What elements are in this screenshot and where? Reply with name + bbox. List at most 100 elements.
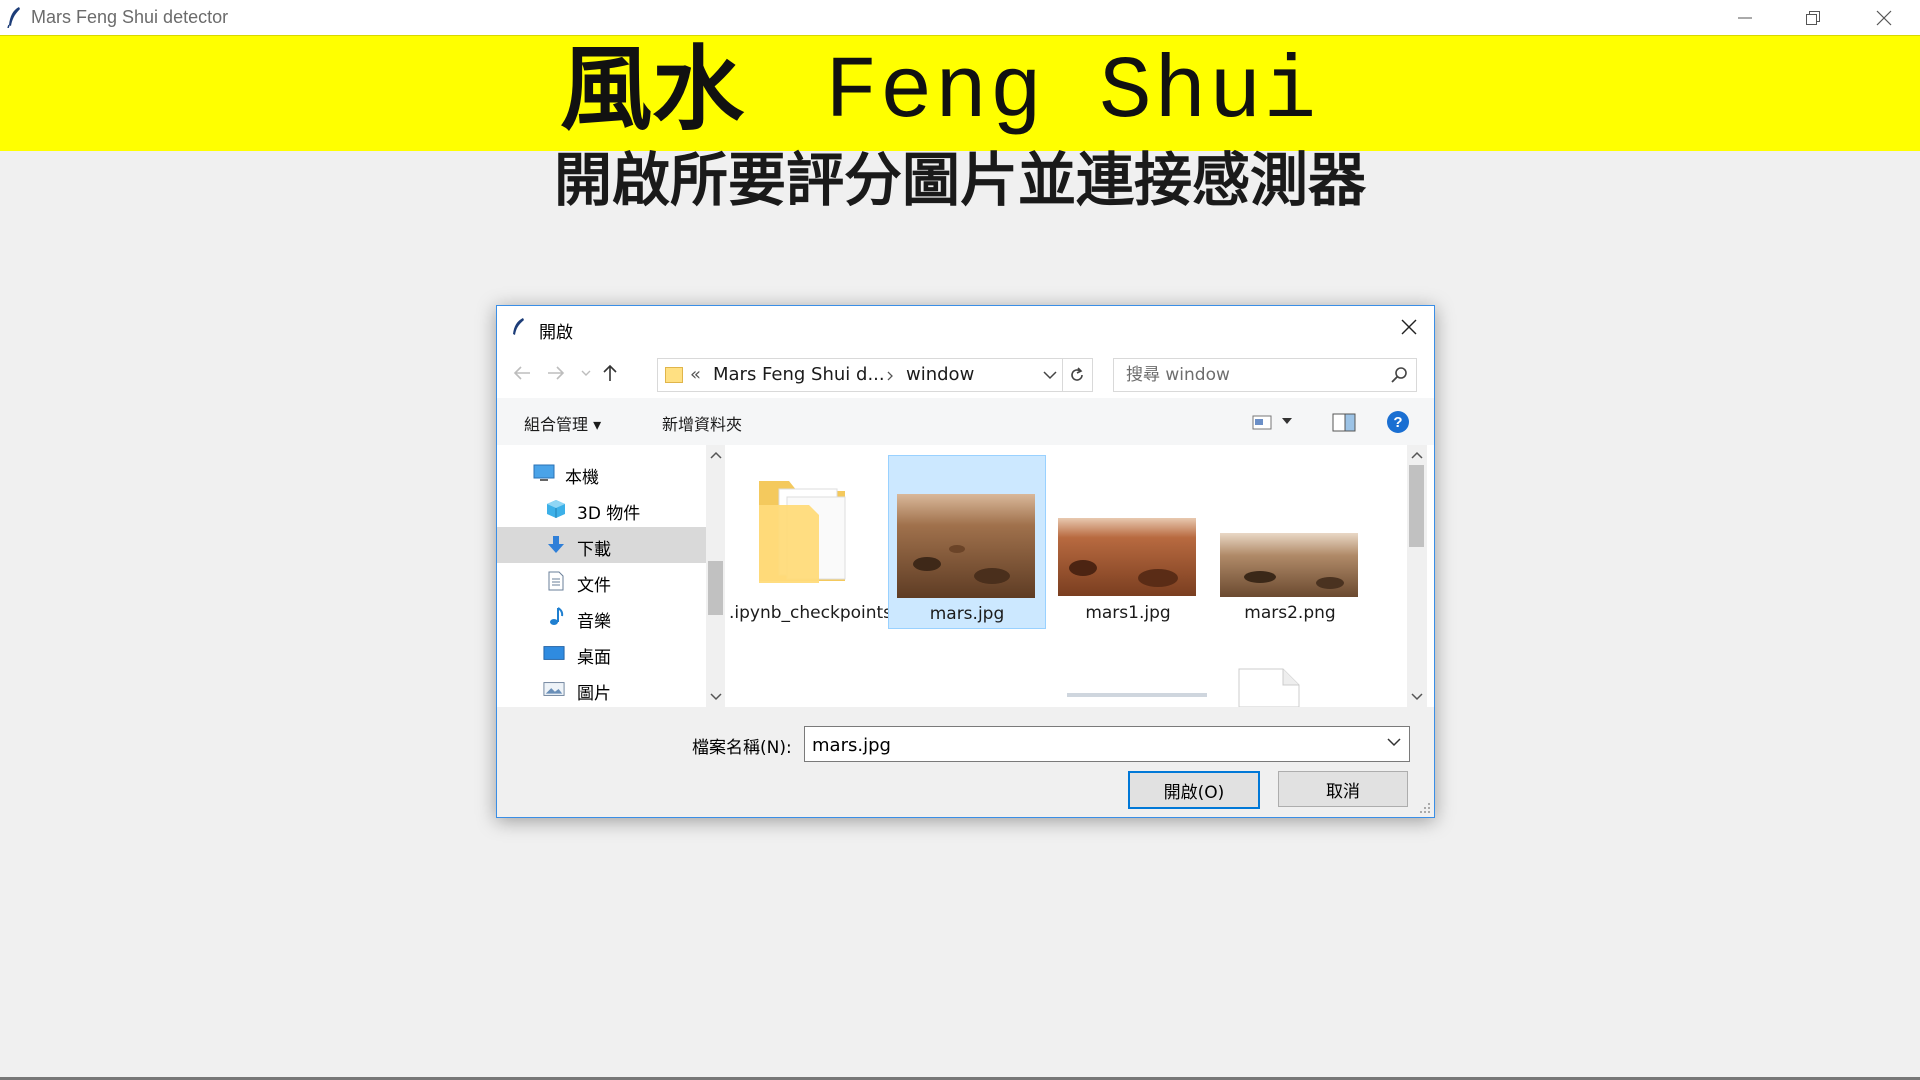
window-titlebar: Mars Feng Shui detector xyxy=(0,0,1920,36)
banner-title-english: Feng Shui xyxy=(825,44,1319,143)
download-arrow-icon xyxy=(548,536,564,553)
close-button[interactable] xyxy=(1849,0,1918,35)
navigation-pane: 本機 3D 物件 下載 文件 音樂 桌面 圖片 xyxy=(497,445,706,707)
open-file-dialog: 開啟 « Mars Feng Shui d... window 搜尋 windo… xyxy=(496,305,1435,818)
dialog-footer: 檔案名稱(N): 開啟(O) 取消 xyxy=(497,707,1434,817)
restore-button[interactable] xyxy=(1778,0,1847,35)
title-banner: 風水 Feng Shui xyxy=(0,35,1920,151)
new-folder-button[interactable]: 新增資料夾 xyxy=(662,411,742,435)
banner-title-chinese: 風水 xyxy=(560,36,745,143)
dialog-content: 本機 3D 物件 下載 文件 音樂 桌面 圖片 .ipynb_checkpoin… xyxy=(497,445,1434,707)
nav-item-label: 3D 物件 xyxy=(577,504,641,524)
computer-icon xyxy=(533,464,555,481)
scrollbar-thumb[interactable] xyxy=(1409,465,1424,547)
refresh-button[interactable] xyxy=(1062,359,1091,391)
organize-button[interactable]: 組合管理 ▾ xyxy=(524,411,601,435)
nav-item-label: 圖片 xyxy=(577,684,611,704)
view-options-icon[interactable] xyxy=(1252,414,1274,430)
filename-combobox[interactable] xyxy=(804,726,1410,762)
restore-icon xyxy=(1805,10,1820,25)
instruction-subtitle: 開啟所要評分圖片並連接感測器 xyxy=(553,146,1366,214)
refresh-icon xyxy=(1071,367,1083,381)
open-button[interactable]: 開啟(O) xyxy=(1128,771,1260,809)
chevron-down-icon xyxy=(1410,693,1423,701)
file-name: .ipynb_checkpoints xyxy=(729,603,893,623)
minimize-icon xyxy=(1737,17,1752,18)
nav-item-this-pc[interactable]: 本機 xyxy=(497,455,706,491)
pictures-icon xyxy=(543,682,565,696)
close-icon xyxy=(1401,319,1417,335)
chevron-down-icon xyxy=(581,370,591,376)
navigation-row: « Mars Feng Shui d... window xyxy=(497,348,1434,398)
nav-item-pictures[interactable]: 圖片 xyxy=(497,671,706,707)
nav-pane-scrollbar[interactable] xyxy=(706,445,725,707)
file-name: mars2.png xyxy=(1244,603,1336,623)
scroll-up-arrow[interactable] xyxy=(706,445,725,465)
back-button[interactable] xyxy=(511,362,533,384)
up-button[interactable] xyxy=(599,362,621,384)
svg-text:?: ? xyxy=(1393,414,1402,431)
address-bar[interactable]: « Mars Feng Shui d... window xyxy=(657,358,1093,392)
nav-item-3d-objects[interactable]: 3D 物件 xyxy=(497,491,706,527)
scroll-down-arrow[interactable] xyxy=(1407,687,1426,707)
nav-item-documents[interactable]: 文件 xyxy=(497,563,706,599)
chevron-down-icon xyxy=(709,693,722,701)
nav-item-label: 下載 xyxy=(577,540,611,560)
chevron-down-icon[interactable] xyxy=(1282,418,1292,425)
dialog-toolbar: 組合管理 ▾ 新增資料夾 ? xyxy=(497,398,1434,446)
dialog-titlebar: 開啟 xyxy=(497,306,1434,348)
dialog-title: 開啟 xyxy=(539,323,573,343)
nav-item-label: 本機 xyxy=(565,468,599,488)
mars-thumbnail xyxy=(897,494,1035,598)
breadcrumb-segment[interactable]: Mars Feng Shui d... xyxy=(713,364,885,385)
nav-item-desktop[interactable]: 桌面 xyxy=(497,635,706,671)
forward-arrow-icon xyxy=(548,366,565,380)
resize-grip-icon[interactable] xyxy=(1419,802,1431,814)
search-icon xyxy=(1391,367,1407,383)
file-icon xyxy=(1238,668,1300,707)
filename-label: 檔案名稱(N): xyxy=(692,738,792,758)
partial-thumbnail xyxy=(1067,693,1207,697)
recent-locations-button[interactable] xyxy=(575,362,597,384)
feather-icon xyxy=(513,318,524,335)
file-pane-scrollbar[interactable] xyxy=(1407,445,1427,707)
mars-thumbnail xyxy=(1058,518,1196,596)
file-item-selected[interactable]: mars.jpg xyxy=(888,455,1046,629)
document-icon xyxy=(548,571,564,591)
folder-icon xyxy=(665,367,683,383)
file-item[interactable]: mars2.png xyxy=(1212,455,1368,627)
cancel-button[interactable]: 取消 xyxy=(1278,771,1408,807)
cube-icon xyxy=(547,500,565,518)
close-icon xyxy=(1876,10,1891,25)
search-box[interactable] xyxy=(1113,358,1417,392)
scroll-down-arrow[interactable] xyxy=(706,687,725,707)
back-arrow-icon xyxy=(513,366,530,380)
file-name: mars.jpg xyxy=(929,604,1005,624)
nav-item-label: 桌面 xyxy=(577,648,611,668)
file-item-folder[interactable]: .ipynb_checkpoints xyxy=(729,455,893,627)
music-note-icon xyxy=(550,607,564,625)
chevron-down-icon[interactable] xyxy=(1387,738,1401,747)
up-arrow-icon xyxy=(603,364,617,381)
nav-item-downloads[interactable]: 下載 xyxy=(497,527,706,563)
preview-pane-icon[interactable] xyxy=(1332,412,1356,432)
scrollbar-thumb[interactable] xyxy=(708,561,723,615)
forward-button[interactable] xyxy=(545,362,567,384)
window-title: Mars Feng Shui detector xyxy=(31,7,229,27)
dialog-close-button[interactable] xyxy=(1384,306,1434,348)
nav-item-label: 音樂 xyxy=(577,612,611,632)
search-input[interactable] xyxy=(1124,363,1368,387)
nav-item-music[interactable]: 音樂 xyxy=(497,599,706,635)
desktop-icon xyxy=(543,646,565,660)
breadcrumb-segment[interactable]: window xyxy=(906,364,974,385)
chevron-up-icon xyxy=(1410,451,1423,459)
file-name: mars1.jpg xyxy=(1085,603,1171,623)
path-overflow-chevron[interactable]: « xyxy=(690,364,701,385)
folder-icon xyxy=(759,481,846,583)
help-icon[interactable]: ? xyxy=(1386,410,1410,434)
filename-input[interactable] xyxy=(810,733,1374,757)
file-item[interactable]: mars1.jpg xyxy=(1050,455,1206,627)
chevron-down-icon[interactable] xyxy=(1043,371,1057,380)
scroll-up-arrow[interactable] xyxy=(1407,445,1426,465)
minimize-button[interactable] xyxy=(1710,0,1779,35)
